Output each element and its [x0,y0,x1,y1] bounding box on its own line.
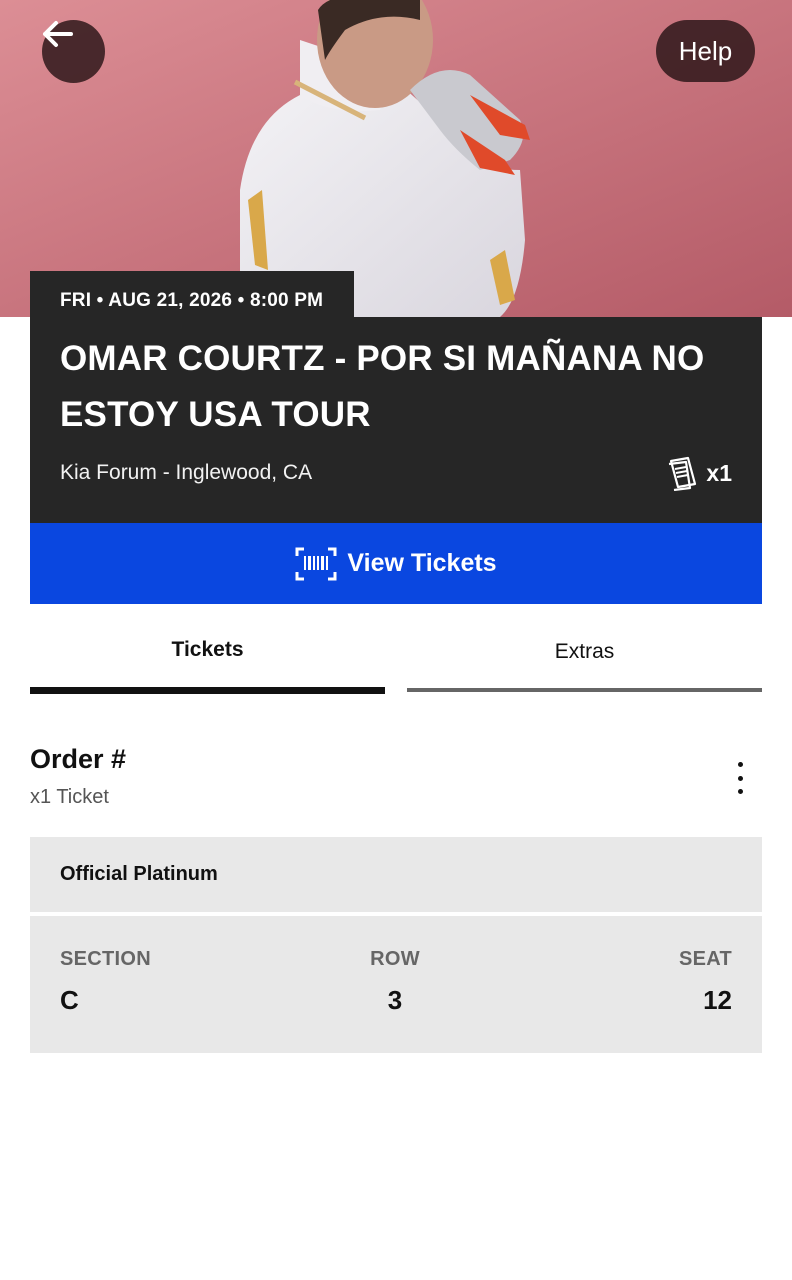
seat-value: 12 [703,985,732,1015]
kebab-dot [737,775,743,781]
section-value: C [60,985,79,1015]
event-date-time: FRI • AUG 21, 2026 • 8:00 PM [30,271,354,318]
seat-column: SEAT 12 [679,948,732,1016]
section-label: SECTION [60,948,151,970]
event-info-card: OMAR COURTZ - POR SI MAÑANA NO ESTOY USA… [30,317,762,524]
section-column: SECTION C [60,948,151,1016]
event-venue: Kia Forum - Inglewood, CA [60,461,313,484]
ticket-count-value: x1 [706,459,732,486]
seat-label: SEAT [678,948,732,970]
event-title: OMAR COURTZ - POR SI MAÑANA NO ESTOY USA… [60,339,705,434]
row-label: ROW [370,948,420,970]
event-hero-image: Help [0,0,792,317]
row-value: 3 [387,985,403,1015]
row-column: ROW 3 [330,948,460,1016]
back-button[interactable] [42,20,105,83]
kebab-dot [737,789,743,794]
order-number: Order # [30,744,127,774]
tab-tickets[interactable]: Tickets [30,638,385,662]
seat-info-panel: SECTION C ROW 3 SEAT 12 [30,916,762,1053]
order-ticket-count: x1 Ticket [30,786,109,808]
kebab-dot [737,762,743,767]
barcode-scan-icon [295,547,337,580]
ticket-tier: Official Platinum [30,837,762,912]
ticket-count-badge: x1 [666,455,732,491]
tickets-icon [669,456,697,491]
help-button[interactable]: Help [656,20,755,82]
arrow-left-icon [43,21,73,47]
view-tickets-label: View Tickets [347,549,497,577]
tab-extras[interactable]: Extras [407,640,762,664]
more-options-button[interactable] [725,758,755,798]
tab-tickets-indicator [30,687,385,694]
view-tickets-button[interactable]: View Tickets [30,523,762,604]
tab-extras-indicator [407,688,762,692]
